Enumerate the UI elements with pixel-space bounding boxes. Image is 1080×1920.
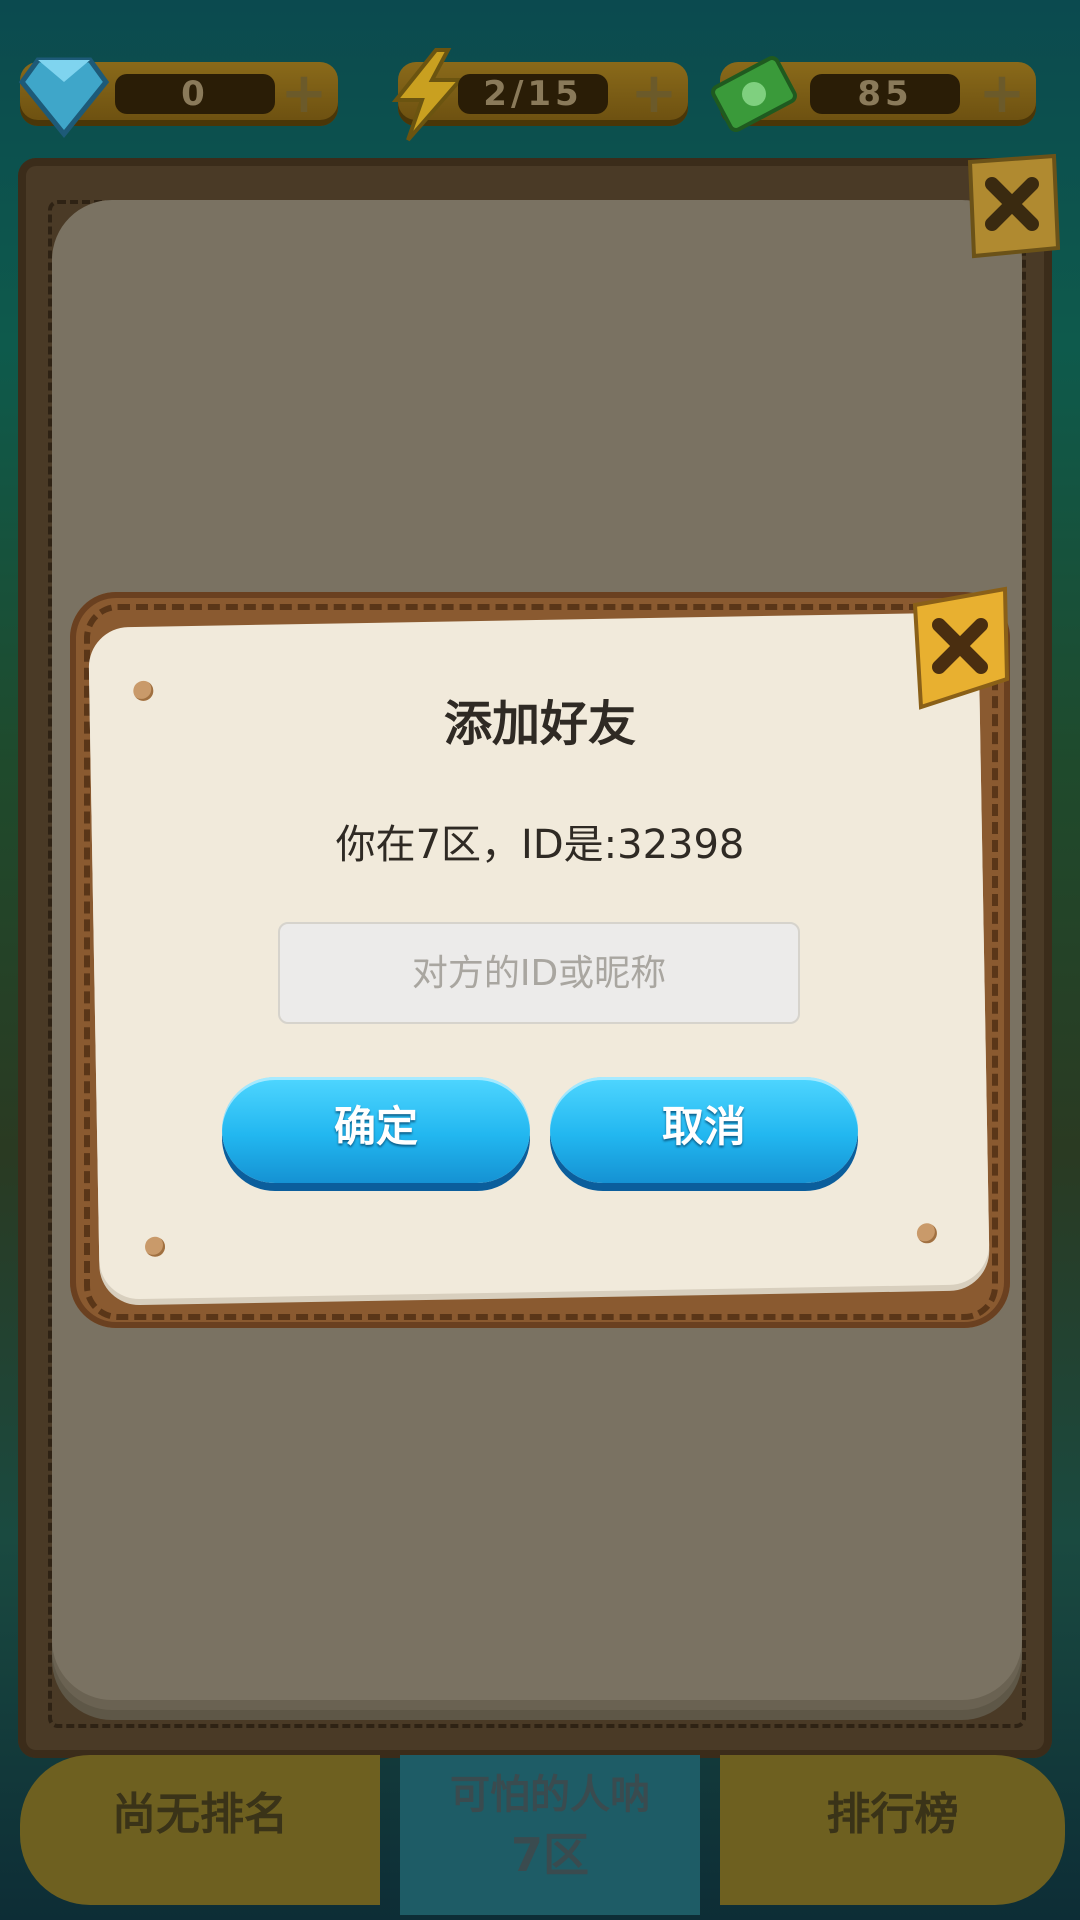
cash-count: 85 <box>810 74 960 114</box>
pin-icon <box>916 1223 938 1244</box>
close-icon[interactable] <box>962 152 1062 270</box>
plus-icon[interactable]: + <box>976 66 1028 122</box>
diamond-icon <box>18 57 110 138</box>
friend-id-input[interactable] <box>278 922 800 1024</box>
player-tab: 可怕的人呐 7区 <box>400 1755 700 1915</box>
pin-icon <box>144 1236 166 1257</box>
confirm-button[interactable]: 确定 <box>222 1077 530 1183</box>
plus-icon[interactable]: + <box>278 66 330 122</box>
energy-count: 2/15 <box>458 74 608 114</box>
energy-counter: 2/15 + <box>391 48 688 142</box>
player-zone: 7区 <box>510 1828 589 1882</box>
cash-counter: 85 + <box>711 56 1036 132</box>
diamond-counter: 0 + <box>18 57 338 138</box>
diamond-count: 0 <box>115 74 275 114</box>
plus-icon[interactable]: + <box>628 66 680 122</box>
cash-icon <box>711 56 797 132</box>
rank-tab[interactable]: 尚无排名 <box>20 1755 380 1905</box>
my-id-info: 你在7区，ID是:32398 <box>335 822 745 868</box>
cancel-button[interactable]: 取消 <box>550 1077 858 1183</box>
player-name: 可怕的人呐 <box>450 1772 650 1818</box>
leaderboard-tab[interactable]: 排行榜 <box>720 1755 1065 1905</box>
dialog-title: 添加好友 <box>443 696 636 752</box>
